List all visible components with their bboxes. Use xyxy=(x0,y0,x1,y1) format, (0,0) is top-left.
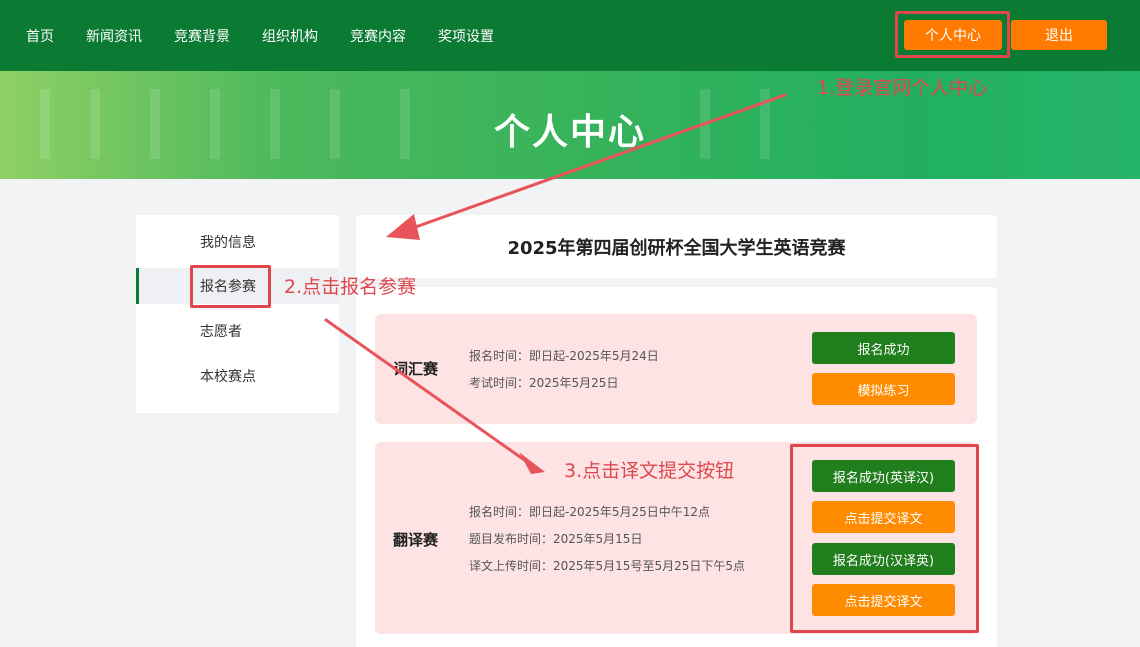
annotation-arrows xyxy=(324,93,787,474)
arrow-1-head xyxy=(386,214,420,240)
arrow-2-head xyxy=(519,452,545,474)
arrow-2-line xyxy=(324,318,532,466)
arrow-1-line xyxy=(408,93,787,231)
